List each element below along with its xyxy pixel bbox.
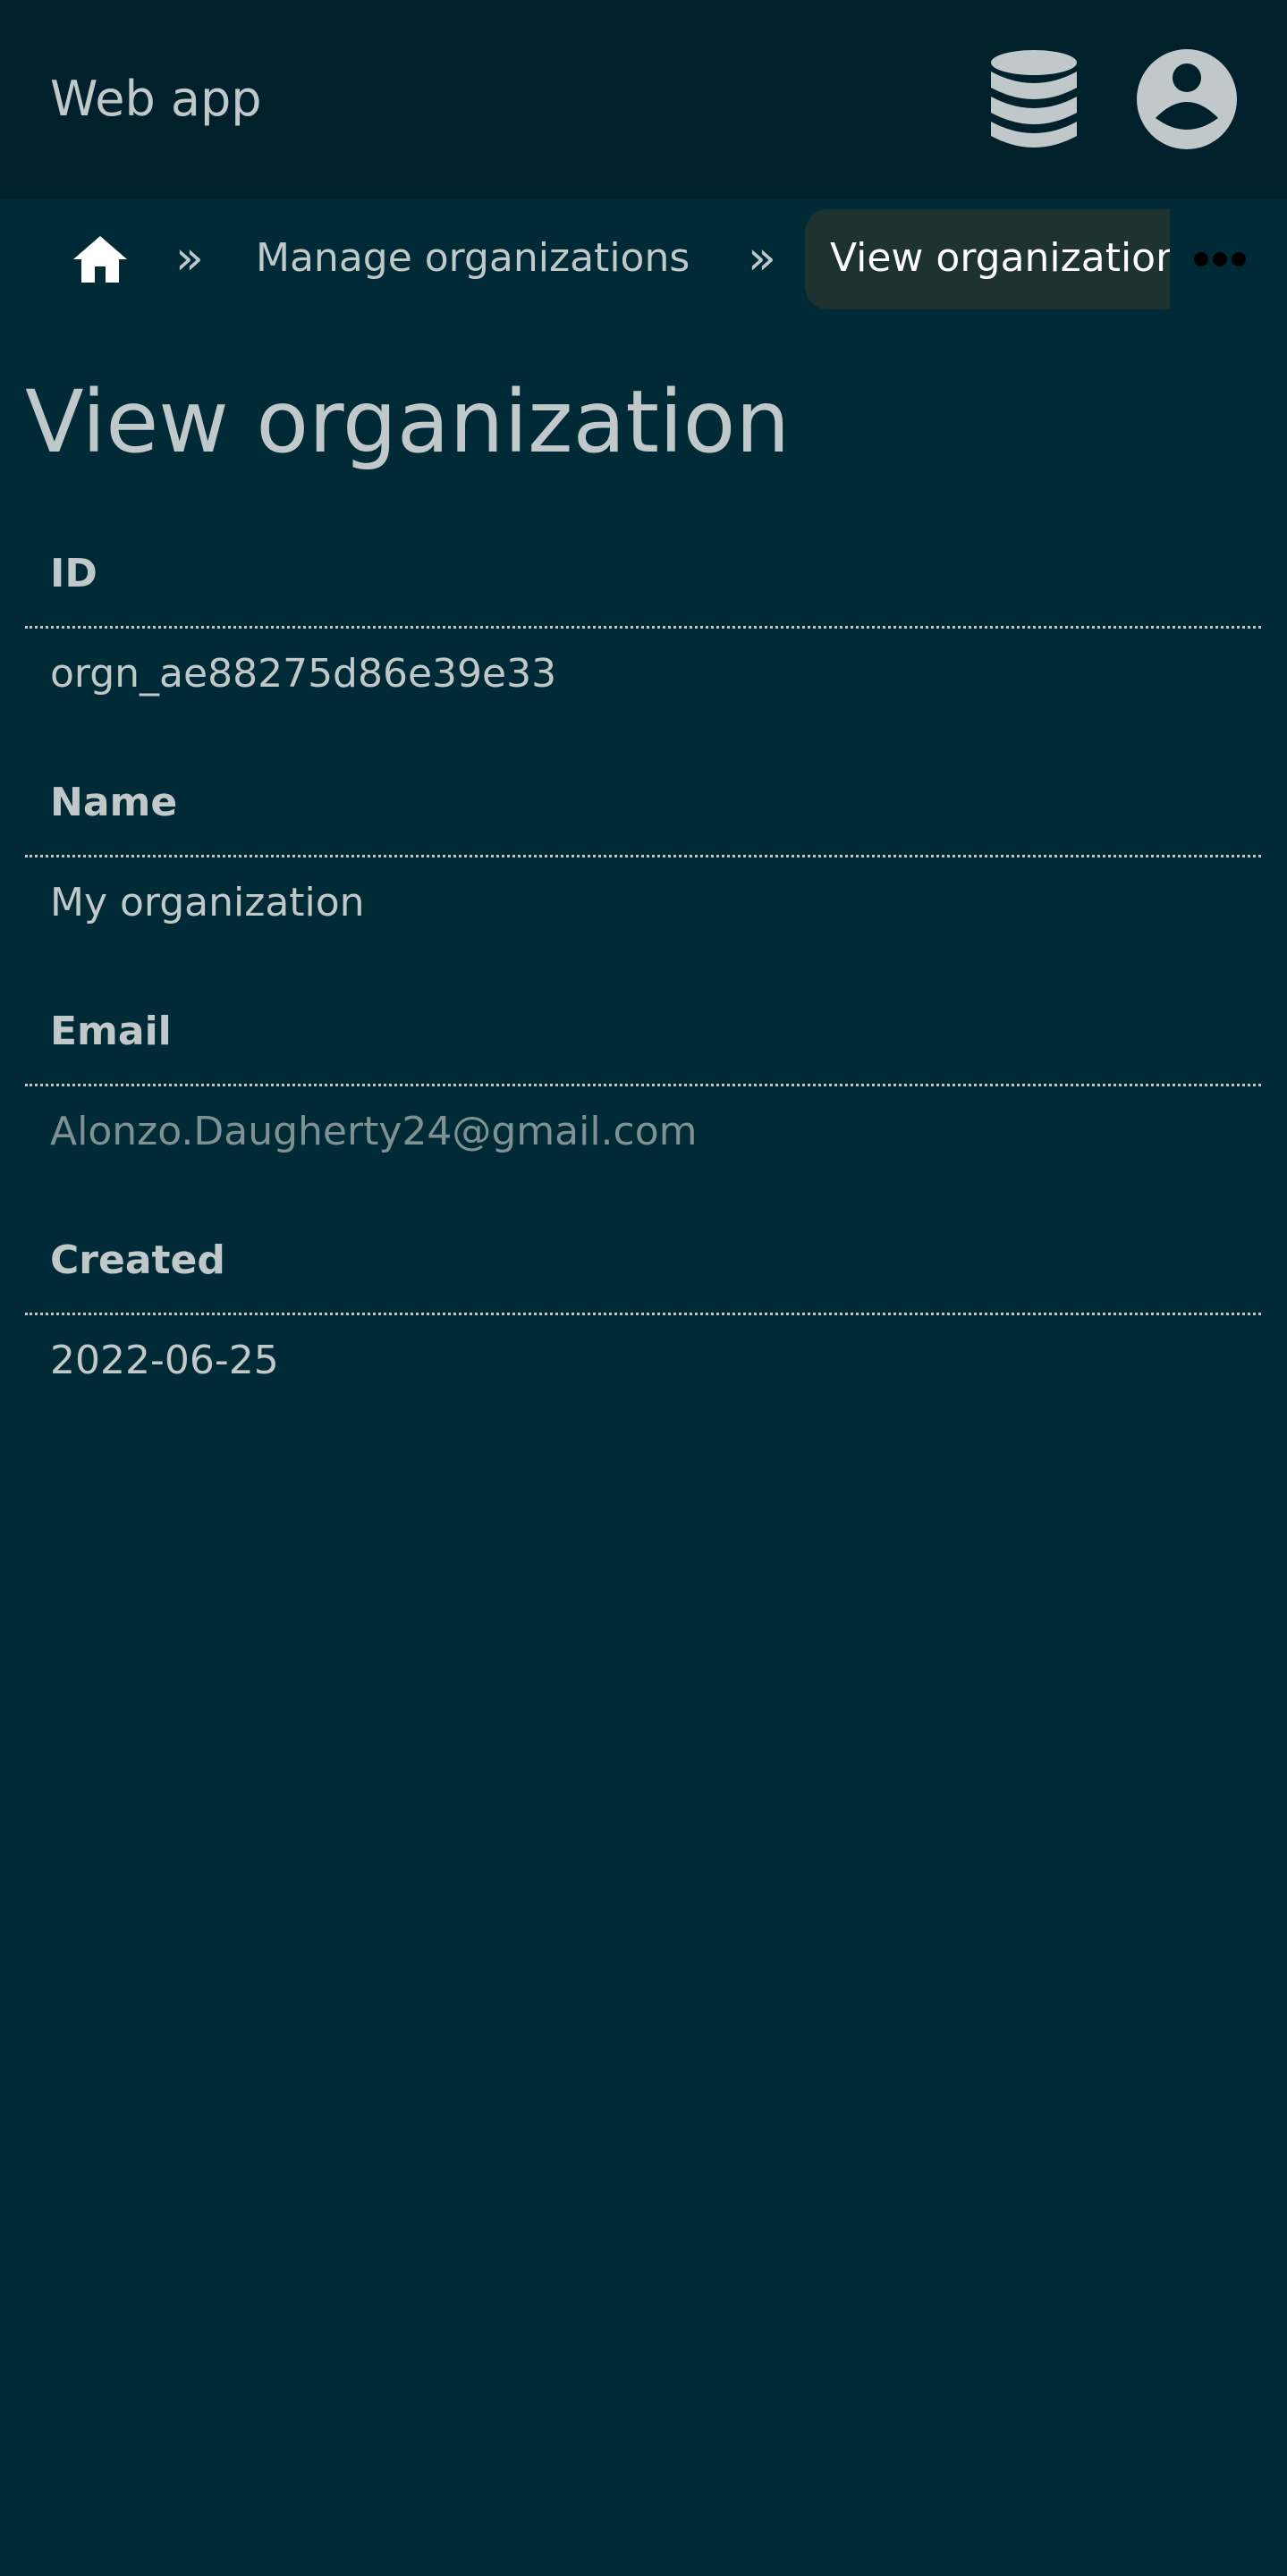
organization-details: ID orgn_ae88275d86e39e33 Name My organiz… (25, 528, 1261, 1443)
field-label: Email (50, 1009, 172, 1054)
field-value: orgn_ae88275d86e39e33 (50, 651, 557, 697)
field-value: My organization (50, 880, 365, 925)
field-created: Created 2022-06-25 (25, 1214, 1261, 1443)
field-divider (25, 855, 1261, 857)
breadcrumb-current: View organization (805, 209, 1170, 309)
field-divider (25, 1084, 1261, 1086)
field-divider (25, 626, 1261, 629)
page-title: View organization (25, 372, 791, 472)
app-header: Web app (0, 0, 1287, 198)
breadcrumb-manage-organizations[interactable]: Manage organizations (256, 229, 690, 288)
more-horizontal-icon[interactable] (1193, 250, 1247, 268)
field-id: ID orgn_ae88275d86e39e33 (25, 528, 1261, 756)
field-email: Email Alonzo.Daugherty24@gmail.com (25, 985, 1261, 1214)
field-value: 2022-06-25 (50, 1338, 279, 1383)
field-label: Created (50, 1237, 225, 1283)
app-title[interactable]: Web app (50, 68, 262, 131)
database-icon[interactable] (987, 48, 1080, 152)
breadcrumb-separator: » (748, 232, 776, 285)
breadcrumb-current-label: View organization (830, 235, 1170, 281)
breadcrumb: » Manage organizations » View organizati… (0, 209, 1287, 309)
home-icon[interactable] (73, 236, 127, 283)
breadcrumb-separator: » (175, 232, 204, 285)
field-value: Alonzo.Daugherty24@gmail.com (50, 1109, 698, 1154)
field-name: Name My organization (25, 756, 1261, 985)
field-label: ID (50, 551, 97, 596)
field-label: Name (50, 780, 178, 825)
field-divider (25, 1313, 1261, 1315)
account-circle-icon[interactable] (1136, 48, 1238, 150)
